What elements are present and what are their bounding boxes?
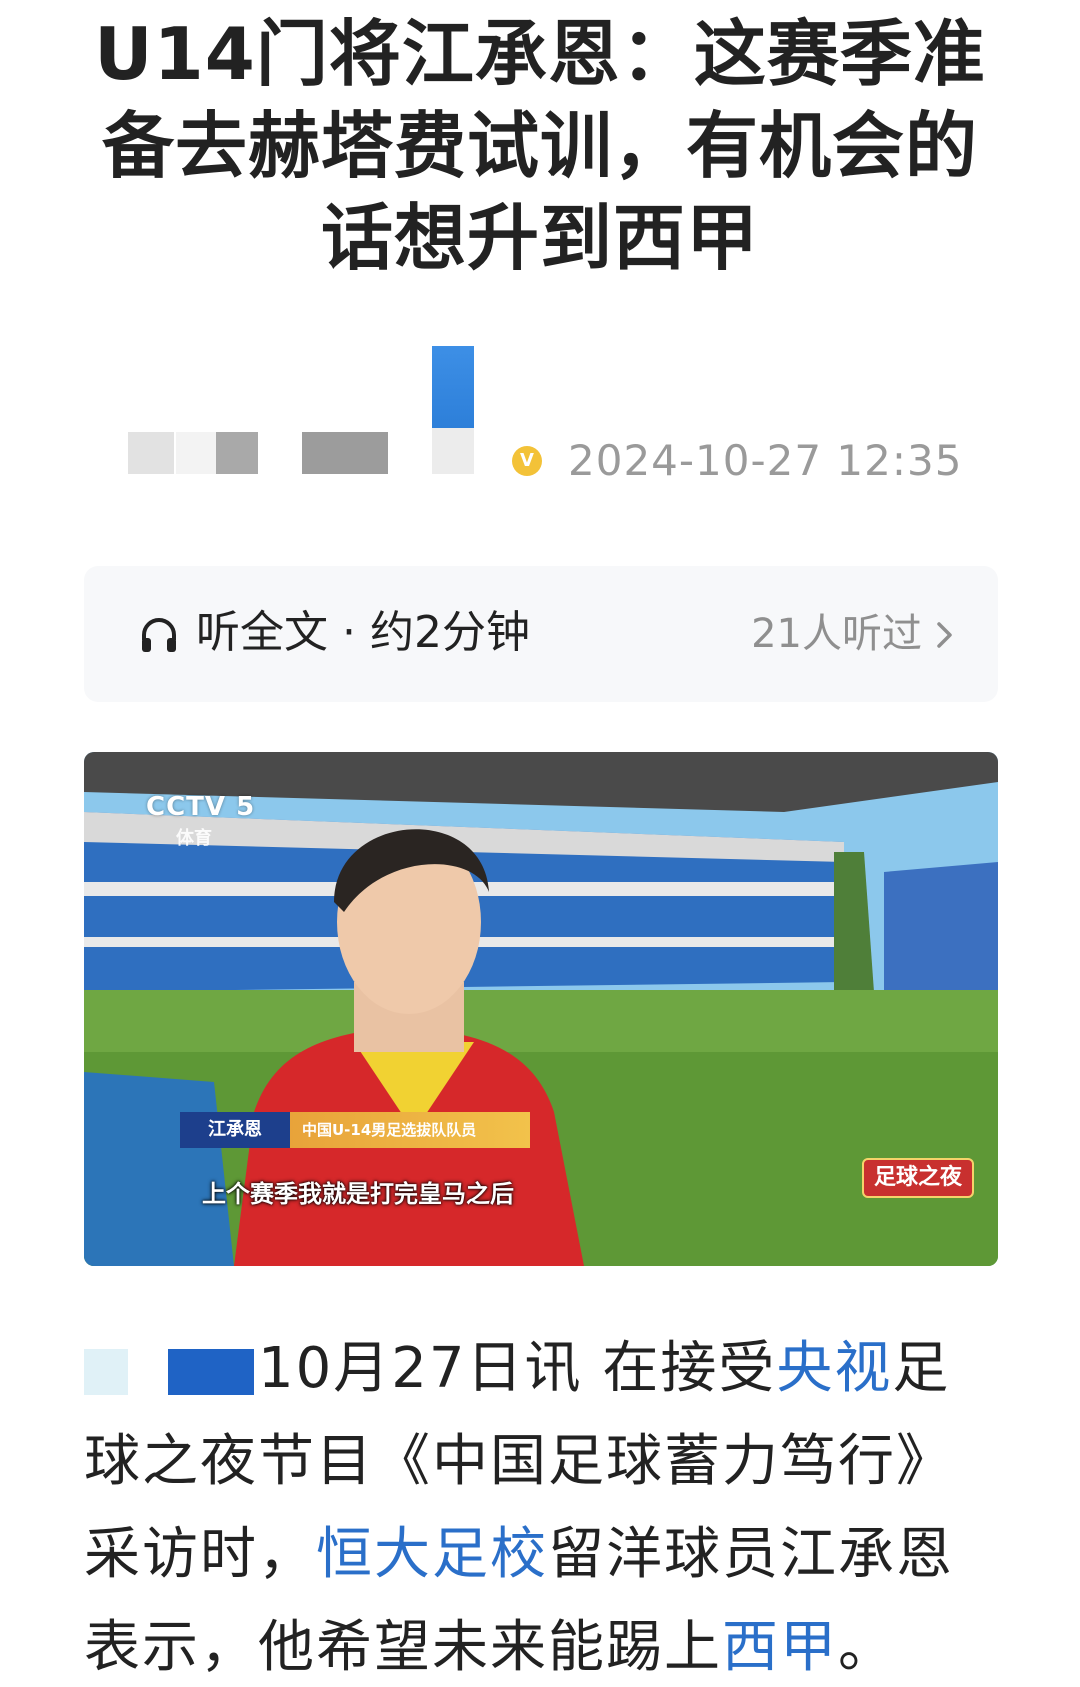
listen-count: 21人听过 — [751, 611, 922, 657]
verified-icon: V — [512, 446, 542, 476]
caption-title: 中国U-14男足选拔队队员 — [290, 1112, 530, 1148]
headphone-icon — [142, 618, 176, 652]
author-name-redacted-1 — [176, 432, 216, 474]
chevron-right-icon — [937, 622, 952, 648]
author-name-redacted-3 — [302, 432, 388, 474]
article-video-image[interactable]: CCTV 5 体育 江承恩 中国U-14男足选拔队队员 上个赛季我就是打完皇马之… — [84, 752, 998, 1266]
cctv-channel-sub: 体育 — [176, 828, 212, 849]
body-date-text: 10月27日讯 在接受 — [258, 1336, 777, 1401]
article-page: U14门将江承恩：这赛季准备去赫塔费试训，有机会的话想升到西甲 V 2024-1… — [0, 0, 1080, 1687]
author-name-redacted-4 — [432, 428, 474, 474]
source-redacted-1 — [84, 1348, 128, 1395]
link-laliga[interactable]: 西甲 — [722, 1615, 838, 1680]
article-headline: U14门将江承恩：这赛季准备去赫塔费试训，有机会的话想升到西甲 — [94, 12, 986, 280]
listen-label: 听全文 · 约2分钟 — [196, 607, 530, 658]
link-evergrande-school[interactable]: 恒大足校 — [316, 1522, 548, 1587]
listen-full-text-bar[interactable]: 听全文 · 约2分钟 21人听过 — [84, 566, 998, 702]
caption-name: 江承恩 — [180, 1112, 290, 1148]
video-subtitle: 上个赛季我就是打完皇马之后 — [202, 1180, 514, 1208]
cctv-channel-logo: CCTV 5 — [146, 792, 256, 822]
author-name-redacted-2 — [216, 432, 258, 474]
link-cctv[interactable]: 央视 — [776, 1336, 892, 1401]
publish-timestamp: 2024-10-27 12:35 — [568, 436, 963, 485]
author-meta-row: V 2024-10-27 12:35 — [0, 340, 1080, 485]
body-text-4: 。 — [838, 1615, 896, 1680]
follow-button-redacted[interactable] — [432, 346, 474, 428]
author-avatar-redacted[interactable] — [128, 432, 174, 474]
program-logo: 足球之夜 — [862, 1158, 975, 1198]
article-body-paragraph: 10月27日讯 在接受央视足球之夜节目《中国足球蓄力笃行》采访时，恒大足校留洋球… — [84, 1322, 1004, 1687]
source-redacted-2 — [168, 1348, 254, 1395]
